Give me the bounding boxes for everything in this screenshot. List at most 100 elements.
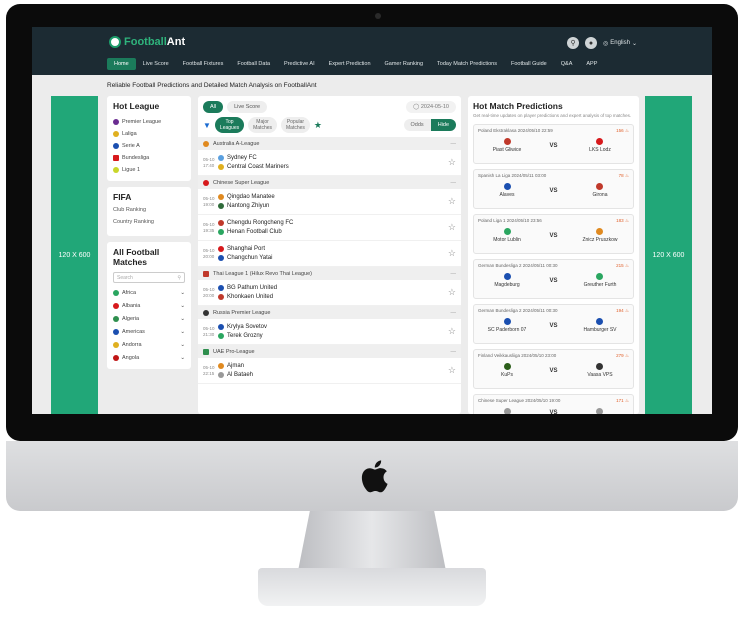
prediction-card[interactable]: Poland Liga 1 2024/05/10 23:56 183 ♨ Motor…: [473, 214, 634, 254]
match-row[interactable]: 05-10 20:00 Shanghai Port Changchun Yatai …: [198, 241, 461, 267]
league-header[interactable]: Australia A-League —: [198, 137, 461, 150]
favorites-star-icon[interactable]: ★: [314, 120, 322, 131]
favorite-star-icon[interactable]: ☆: [448, 157, 456, 168]
ligue-1-icon: [113, 167, 119, 173]
match-row[interactable]: 05-10 20:00 BG Pathum United Khonkaen Unit…: [198, 280, 461, 306]
prediction-card[interactable]: Chinese Super League 2024/05/10 19:00 171…: [473, 394, 634, 414]
menu-expert-prediction[interactable]: Expert Prediction: [322, 58, 378, 70]
hide-option[interactable]: Hide: [430, 119, 456, 131]
menu-live-score[interactable]: Live Score: [136, 58, 176, 70]
match-row[interactable]: 05-10 22:15 Ajman Al Bataeh ☆: [198, 358, 461, 384]
monitor-stand: [298, 511, 446, 571]
collapse-icon[interactable]: —: [451, 141, 457, 147]
country-item[interactable]: Albania ⌄: [113, 299, 185, 312]
collapse-icon[interactable]: —: [451, 271, 457, 277]
favorite-star-icon[interactable]: ☆: [448, 365, 456, 376]
collapse-icon[interactable]: —: [451, 180, 457, 186]
country-item[interactable]: Americas ⌄: [113, 325, 185, 338]
language-selector[interactable]: ◎ English ⌄: [603, 40, 637, 47]
menu-football-fixtures[interactable]: Football Fixtures: [176, 58, 231, 70]
league-item[interactable]: Serie A: [113, 140, 185, 152]
country-item[interactable]: Andorra ⌄: [113, 338, 185, 351]
away-team: Khonkaen United: [227, 293, 274, 300]
home-team-block: SC Paderborn 07: [478, 318, 536, 333]
menu-today-predictions[interactable]: Today Match Predictions: [430, 58, 504, 70]
prediction-count-value: 156: [616, 128, 624, 133]
home-team: Shanghai Port: [227, 245, 266, 252]
ad-banner-left[interactable]: 120 X 600: [51, 96, 98, 414]
laliga-icon: [113, 131, 119, 137]
favorite-star-icon[interactable]: ☆: [448, 287, 456, 298]
date-picker[interactable]: ◯ 2024-05-10: [406, 101, 456, 113]
country-item[interactable]: Angola ⌄: [113, 351, 185, 364]
away-team-block: Znicz Pruszkow: [571, 228, 629, 243]
league-item[interactable]: Premier League: [113, 116, 185, 128]
league-item[interactable]: Bundesliga: [113, 152, 185, 164]
club-ranking-link[interactable]: Club Ranking: [113, 207, 185, 219]
menu-football-guide[interactable]: Football Guide: [504, 58, 554, 70]
prediction-card[interactable]: German Bundesliga 2 2024/05/11 00:30 194 …: [473, 304, 634, 344]
fire-icon: ♨: [624, 353, 629, 358]
league-header[interactable]: Thai League 1 (Hilux Revo Thai League) —: [198, 267, 461, 280]
menu-app[interactable]: APP: [579, 58, 604, 70]
prediction-league: Poland Liga 1 2024/05/10 23:56: [478, 218, 542, 223]
collapse-icon[interactable]: —: [451, 349, 457, 355]
prediction-card[interactable]: Spanish La Liga 2024/05/11 03:00 78 ♨ Alav…: [473, 169, 634, 209]
prediction-card[interactable]: Poland Ekstraklasa 2024/05/10 22:59 156 ♨…: [473, 124, 634, 164]
chevron-down-icon: ⌄: [180, 341, 185, 348]
collapse-icon[interactable]: —: [451, 310, 457, 316]
tab-live-score[interactable]: Live Score: [227, 101, 268, 113]
league-header[interactable]: Chinese Super League —: [198, 176, 461, 189]
match-row[interactable]: 05-10 21:30 Krylya Sovetov Terek Grozny ☆: [198, 319, 461, 345]
filter-icon[interactable]: ▼: [203, 121, 211, 130]
league-header[interactable]: UAE Pro-League —: [198, 345, 461, 358]
favorite-star-icon[interactable]: ☆: [448, 326, 456, 337]
fire-icon: ♨: [624, 173, 629, 178]
vs-label: VS: [549, 277, 558, 284]
chevron-down-icon: ⌄: [180, 302, 185, 309]
search-icon[interactable]: ⚲: [567, 37, 580, 49]
logo[interactable]: FootballAnt: [109, 36, 185, 48]
country-search-input[interactable]: Search ⚲: [113, 272, 185, 283]
league-header[interactable]: Russia Premier League —: [198, 306, 461, 319]
prediction-count: 156 ♨: [616, 128, 629, 134]
prediction-league: Chinese Super League 2024/05/10 19:00: [478, 398, 561, 403]
favorite-star-icon[interactable]: ☆: [448, 222, 456, 233]
menu-football-data[interactable]: Football Data: [230, 58, 277, 70]
calendar-icon: ◯: [413, 104, 420, 110]
filter-popular-matches[interactable]: Popular Matches: [281, 117, 310, 133]
prediction-league: Poland Ekstraklasa 2024/05/10 22:59: [478, 128, 553, 133]
filter-top-leagues[interactable]: Top Leagues: [214, 117, 245, 133]
home-team: Chengdu Rongcheng FC: [227, 219, 294, 226]
team-crest-icon: [503, 138, 511, 145]
prediction-card[interactable]: German Bundesliga 2 2024/05/11 00:30 215 …: [473, 259, 634, 299]
home-team: KuPs: [501, 372, 513, 378]
filter-major-matches[interactable]: Major Matches: [248, 117, 278, 133]
odds-option[interactable]: Odds: [403, 119, 431, 131]
ad-banner-right[interactable]: 120 X 600: [645, 96, 692, 414]
team-crest-icon: [218, 372, 224, 378]
league-item[interactable]: Laliga: [113, 128, 185, 140]
league-item[interactable]: Ligue 1: [113, 164, 185, 176]
match-row[interactable]: 05-10 19:35 Chengdu Rongcheng FC Henan Foo…: [198, 215, 461, 241]
prediction-league: German Bundesliga 2 2024/05/11 00:30: [478, 263, 558, 268]
user-icon[interactable]: ●: [585, 37, 598, 49]
country-ranking-link[interactable]: Country Ranking: [113, 219, 185, 231]
country-item[interactable]: Africa ⌄: [113, 286, 185, 299]
prediction-card[interactable]: Finland Veikkausliiga 2024/05/10 23:00 27…: [473, 349, 634, 389]
favorite-star-icon[interactable]: ☆: [448, 248, 456, 259]
favorite-star-icon[interactable]: ☆: [448, 196, 456, 207]
match-row[interactable]: 05-10 17:40 Sydney FC Central Coast Marine…: [198, 150, 461, 176]
odds-toggle[interactable]: Odds Hide: [403, 119, 456, 131]
menu-predictive-ai[interactable]: Predictive AI: [277, 58, 322, 70]
country-item[interactable]: Algeria ⌄: [113, 312, 185, 325]
team-crest-icon: [218, 333, 224, 339]
menu-gamer-ranking[interactable]: Gamer Ranking: [378, 58, 431, 70]
menu-home[interactable]: Home: [107, 58, 136, 70]
tab-all[interactable]: All: [203, 101, 224, 113]
fire-icon: ♨: [624, 398, 629, 403]
prediction-league: Spanish La Liga 2024/05/11 03:00: [478, 173, 547, 178]
match-row[interactable]: 05-10 19:00 Qingdao Manatee Nantong Zhiyun…: [198, 189, 461, 215]
menu-qa[interactable]: Q&A: [554, 58, 580, 70]
camera: [375, 13, 381, 19]
